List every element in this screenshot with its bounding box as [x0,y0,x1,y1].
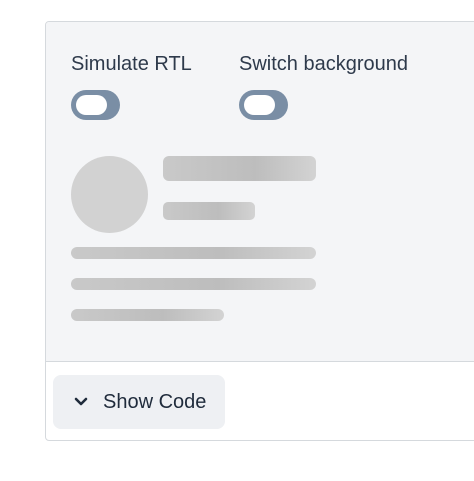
simulate-rtl-switch[interactable] [71,90,120,120]
chevron-down-icon [73,394,89,410]
simulate-rtl-label: Simulate RTL [71,53,192,75]
switch-background-switch[interactable] [239,90,288,120]
switch-knob [244,95,275,115]
skeleton-title-line [163,156,316,181]
component-example-frame: Simulate RTL Switch background Show Code [45,21,474,441]
preview-area: Simulate RTL Switch background [46,22,474,362]
skeleton-avatar [71,156,148,233]
simulate-rtl-toggle-group: Simulate RTL [71,52,192,120]
skeleton-text-line [71,247,316,259]
switch-background-toggle-group: Switch background [239,52,408,120]
skeleton-text-line [71,278,316,290]
switch-knob [76,95,107,115]
skeleton-text-line-short [71,309,224,321]
skeleton-subtitle-line [163,202,255,220]
show-code-label: Show Code [103,390,207,413]
switch-background-label: Switch background [239,53,408,75]
show-code-button[interactable]: Show Code [53,375,225,429]
